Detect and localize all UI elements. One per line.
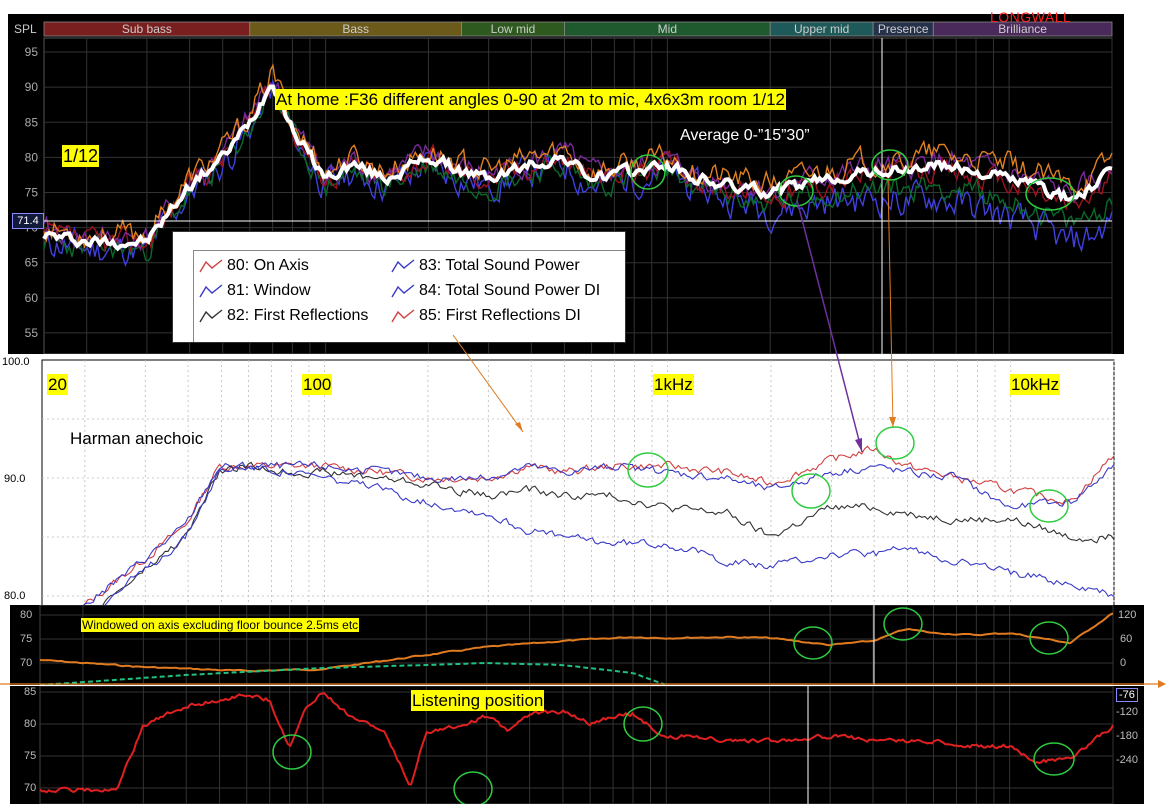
annotation-arrows bbox=[452, 179, 896, 453]
